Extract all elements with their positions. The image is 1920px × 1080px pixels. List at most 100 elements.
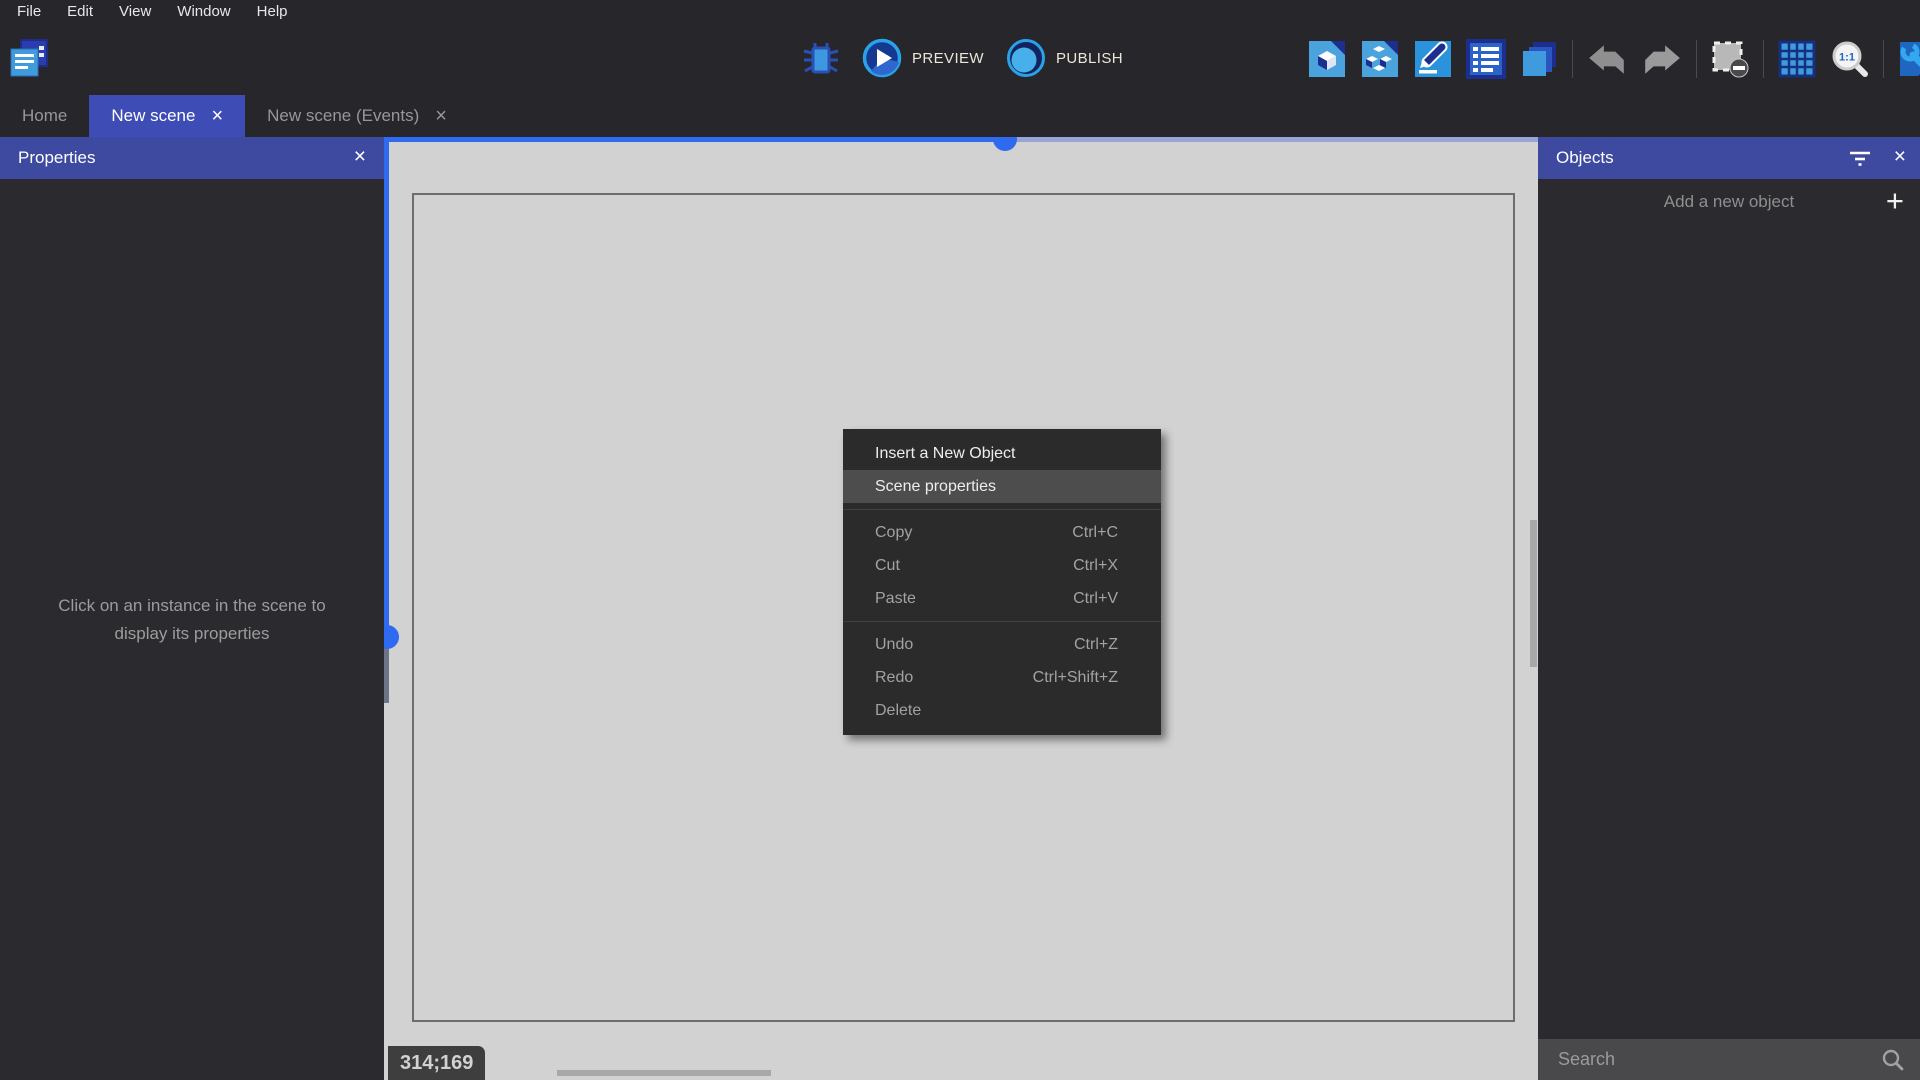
- menu-item-label: Undo: [875, 636, 913, 654]
- filter-icon: [1848, 149, 1872, 167]
- instances-button[interactable]: [1519, 39, 1559, 79]
- vertical-scroll-handle[interactable]: [384, 625, 399, 649]
- search-input[interactable]: [1556, 1048, 1874, 1071]
- gdevelop-window: FileEditViewWindowHelp: [0, 0, 1920, 1080]
- context-menu-item-cut[interactable]: Cut Ctrl+X: [843, 549, 1161, 582]
- context-menu-item-delete[interactable]: Delete: [843, 694, 1161, 727]
- toolbar-divider: [1883, 40, 1884, 78]
- project-manager-button[interactable]: [8, 36, 50, 78]
- preview-label: PREVIEW: [912, 50, 984, 67]
- grid-button[interactable]: [1777, 39, 1817, 79]
- redo-button[interactable]: [1641, 42, 1683, 76]
- context-menu: Insert a New ObjectScene propertiesCopyC…: [843, 429, 1161, 735]
- context-menu-item-copy[interactable]: Copy Ctrl+C: [843, 516, 1161, 549]
- tab-label: Home: [22, 106, 67, 126]
- close-icon[interactable]: ×: [1894, 146, 1906, 167]
- edit-pencil-icon: [1413, 39, 1453, 79]
- menu-edit[interactable]: Edit: [54, 3, 106, 20]
- horizontal-scroll-handle[interactable]: [993, 137, 1017, 151]
- toolbar: PREVIEW PUBLISH: [0, 22, 1920, 95]
- menu-item-shortcut: Ctrl+Shift+Z: [1033, 669, 1118, 687]
- tab-label: New scene (Events): [267, 106, 419, 126]
- tab-close-icon[interactable]: ×: [211, 106, 223, 126]
- tab-label: New scene: [111, 106, 195, 126]
- menu-item-label: Cut: [875, 557, 900, 575]
- canvas-top-scroll-active: [384, 137, 1005, 142]
- menu-item-shortcut: Ctrl+C: [1072, 524, 1118, 542]
- menu-item-label: Redo: [875, 669, 913, 687]
- menubar: FileEditViewWindowHelp: [0, 0, 1920, 22]
- add-object-button[interactable]: +: [1884, 183, 1906, 218]
- menu-item-label: Delete: [875, 702, 921, 720]
- menu-separator: [843, 621, 1161, 622]
- selection-mask-button[interactable]: [1710, 39, 1750, 79]
- edit-scene-button[interactable]: [1307, 39, 1347, 79]
- close-icon[interactable]: ×: [354, 146, 366, 167]
- toolbar-right: 1:1: [1307, 38, 1920, 80]
- selection-mask-icon: [1710, 39, 1750, 79]
- menu-view[interactable]: View: [106, 3, 164, 20]
- events-list-button[interactable]: [1466, 39, 1506, 79]
- canvas-top-scroll-rest: [1005, 137, 1538, 142]
- properties-panel: Properties × Click on an instance in the…: [0, 137, 384, 1080]
- tabbar: Home New scene × New scene (Events) ×: [0, 95, 1920, 137]
- add-object-row: Add a new object +: [1538, 179, 1920, 225]
- right-scrollbar-thumb[interactable]: [1530, 520, 1537, 667]
- properties-hint: Click on an instance in the scene to dis…: [42, 592, 342, 648]
- menu-item-label: Scene properties: [875, 478, 996, 496]
- debug-icon: [802, 39, 840, 77]
- objects-panel-title: Objects: [1556, 148, 1614, 168]
- menu-item-label: Insert a New Object: [875, 445, 1016, 463]
- context-menu-item-paste[interactable]: Paste Ctrl+V: [843, 582, 1161, 615]
- publish-button[interactable]: PUBLISH: [1006, 38, 1123, 78]
- svg-text:1:1: 1:1: [1839, 52, 1855, 64]
- project-manager-icon: [8, 36, 50, 78]
- tab-home[interactable]: Home: [0, 95, 89, 137]
- menu-item-label: Paste: [875, 590, 916, 608]
- undo-icon: [1586, 42, 1628, 76]
- canvas-left-scroll-active: [384, 137, 389, 637]
- menu-item-shortcut: Ctrl+V: [1073, 590, 1118, 608]
- zoom-1-1-button[interactable]: 1:1: [1830, 39, 1870, 79]
- zoom-1-1-icon: 1:1: [1830, 39, 1870, 79]
- search-icon: [1882, 1049, 1904, 1071]
- menu-help[interactable]: Help: [244, 3, 301, 20]
- instances-icon: [1519, 39, 1559, 79]
- tab-new-scene-events[interactable]: New scene (Events) ×: [245, 95, 469, 137]
- project-settings-button[interactable]: [1897, 39, 1920, 79]
- objects-panel-header: Objects ×: [1538, 137, 1920, 179]
- objects-panel: Objects × Add a new object +: [1538, 137, 1920, 1080]
- debug-button[interactable]: [802, 39, 840, 77]
- grid-icon: [1777, 39, 1817, 79]
- preview-play-icon: [862, 38, 902, 78]
- undo-button[interactable]: [1586, 42, 1628, 76]
- tab-new-scene[interactable]: New scene ×: [89, 95, 245, 137]
- preview-button[interactable]: PREVIEW: [862, 38, 984, 78]
- project-settings-icon: [1897, 39, 1920, 79]
- cursor-coordinates-badge: 314;169: [388, 1046, 485, 1080]
- scene-objects-button[interactable]: [1360, 39, 1400, 79]
- objects-search-bar: [1538, 1039, 1920, 1080]
- properties-panel-title: Properties: [18, 148, 95, 168]
- edit-pencil-button[interactable]: [1413, 39, 1453, 79]
- menu-separator: [843, 509, 1161, 510]
- menu-file[interactable]: File: [4, 3, 54, 20]
- publish-globe-icon: [1006, 38, 1046, 78]
- context-menu-item-redo[interactable]: Redo Ctrl+Shift+Z: [843, 661, 1161, 694]
- context-menu-item-scene-properties[interactable]: Scene properties: [843, 470, 1161, 503]
- toolbar-divider: [1696, 40, 1697, 78]
- toolbar-divider: [1763, 40, 1764, 78]
- edit-scene-icon: [1307, 39, 1347, 79]
- events-list-icon: [1466, 39, 1506, 79]
- menu-window[interactable]: Window: [164, 3, 243, 20]
- add-object-label: Add a new object: [1538, 192, 1920, 212]
- bottom-scrollbar-thumb[interactable]: [557, 1070, 771, 1076]
- menu-item-shortcut: Ctrl+Z: [1074, 636, 1118, 654]
- menu-item-label: Copy: [875, 524, 912, 542]
- toolbar-divider: [1572, 40, 1573, 78]
- context-menu-item-insert-a-new-object[interactable]: Insert a New Object: [843, 437, 1161, 470]
- menu-item-shortcut: Ctrl+X: [1073, 557, 1118, 575]
- context-menu-item-undo[interactable]: Undo Ctrl+Z: [843, 628, 1161, 661]
- filter-button[interactable]: [1848, 149, 1872, 170]
- tab-close-icon[interactable]: ×: [435, 106, 447, 126]
